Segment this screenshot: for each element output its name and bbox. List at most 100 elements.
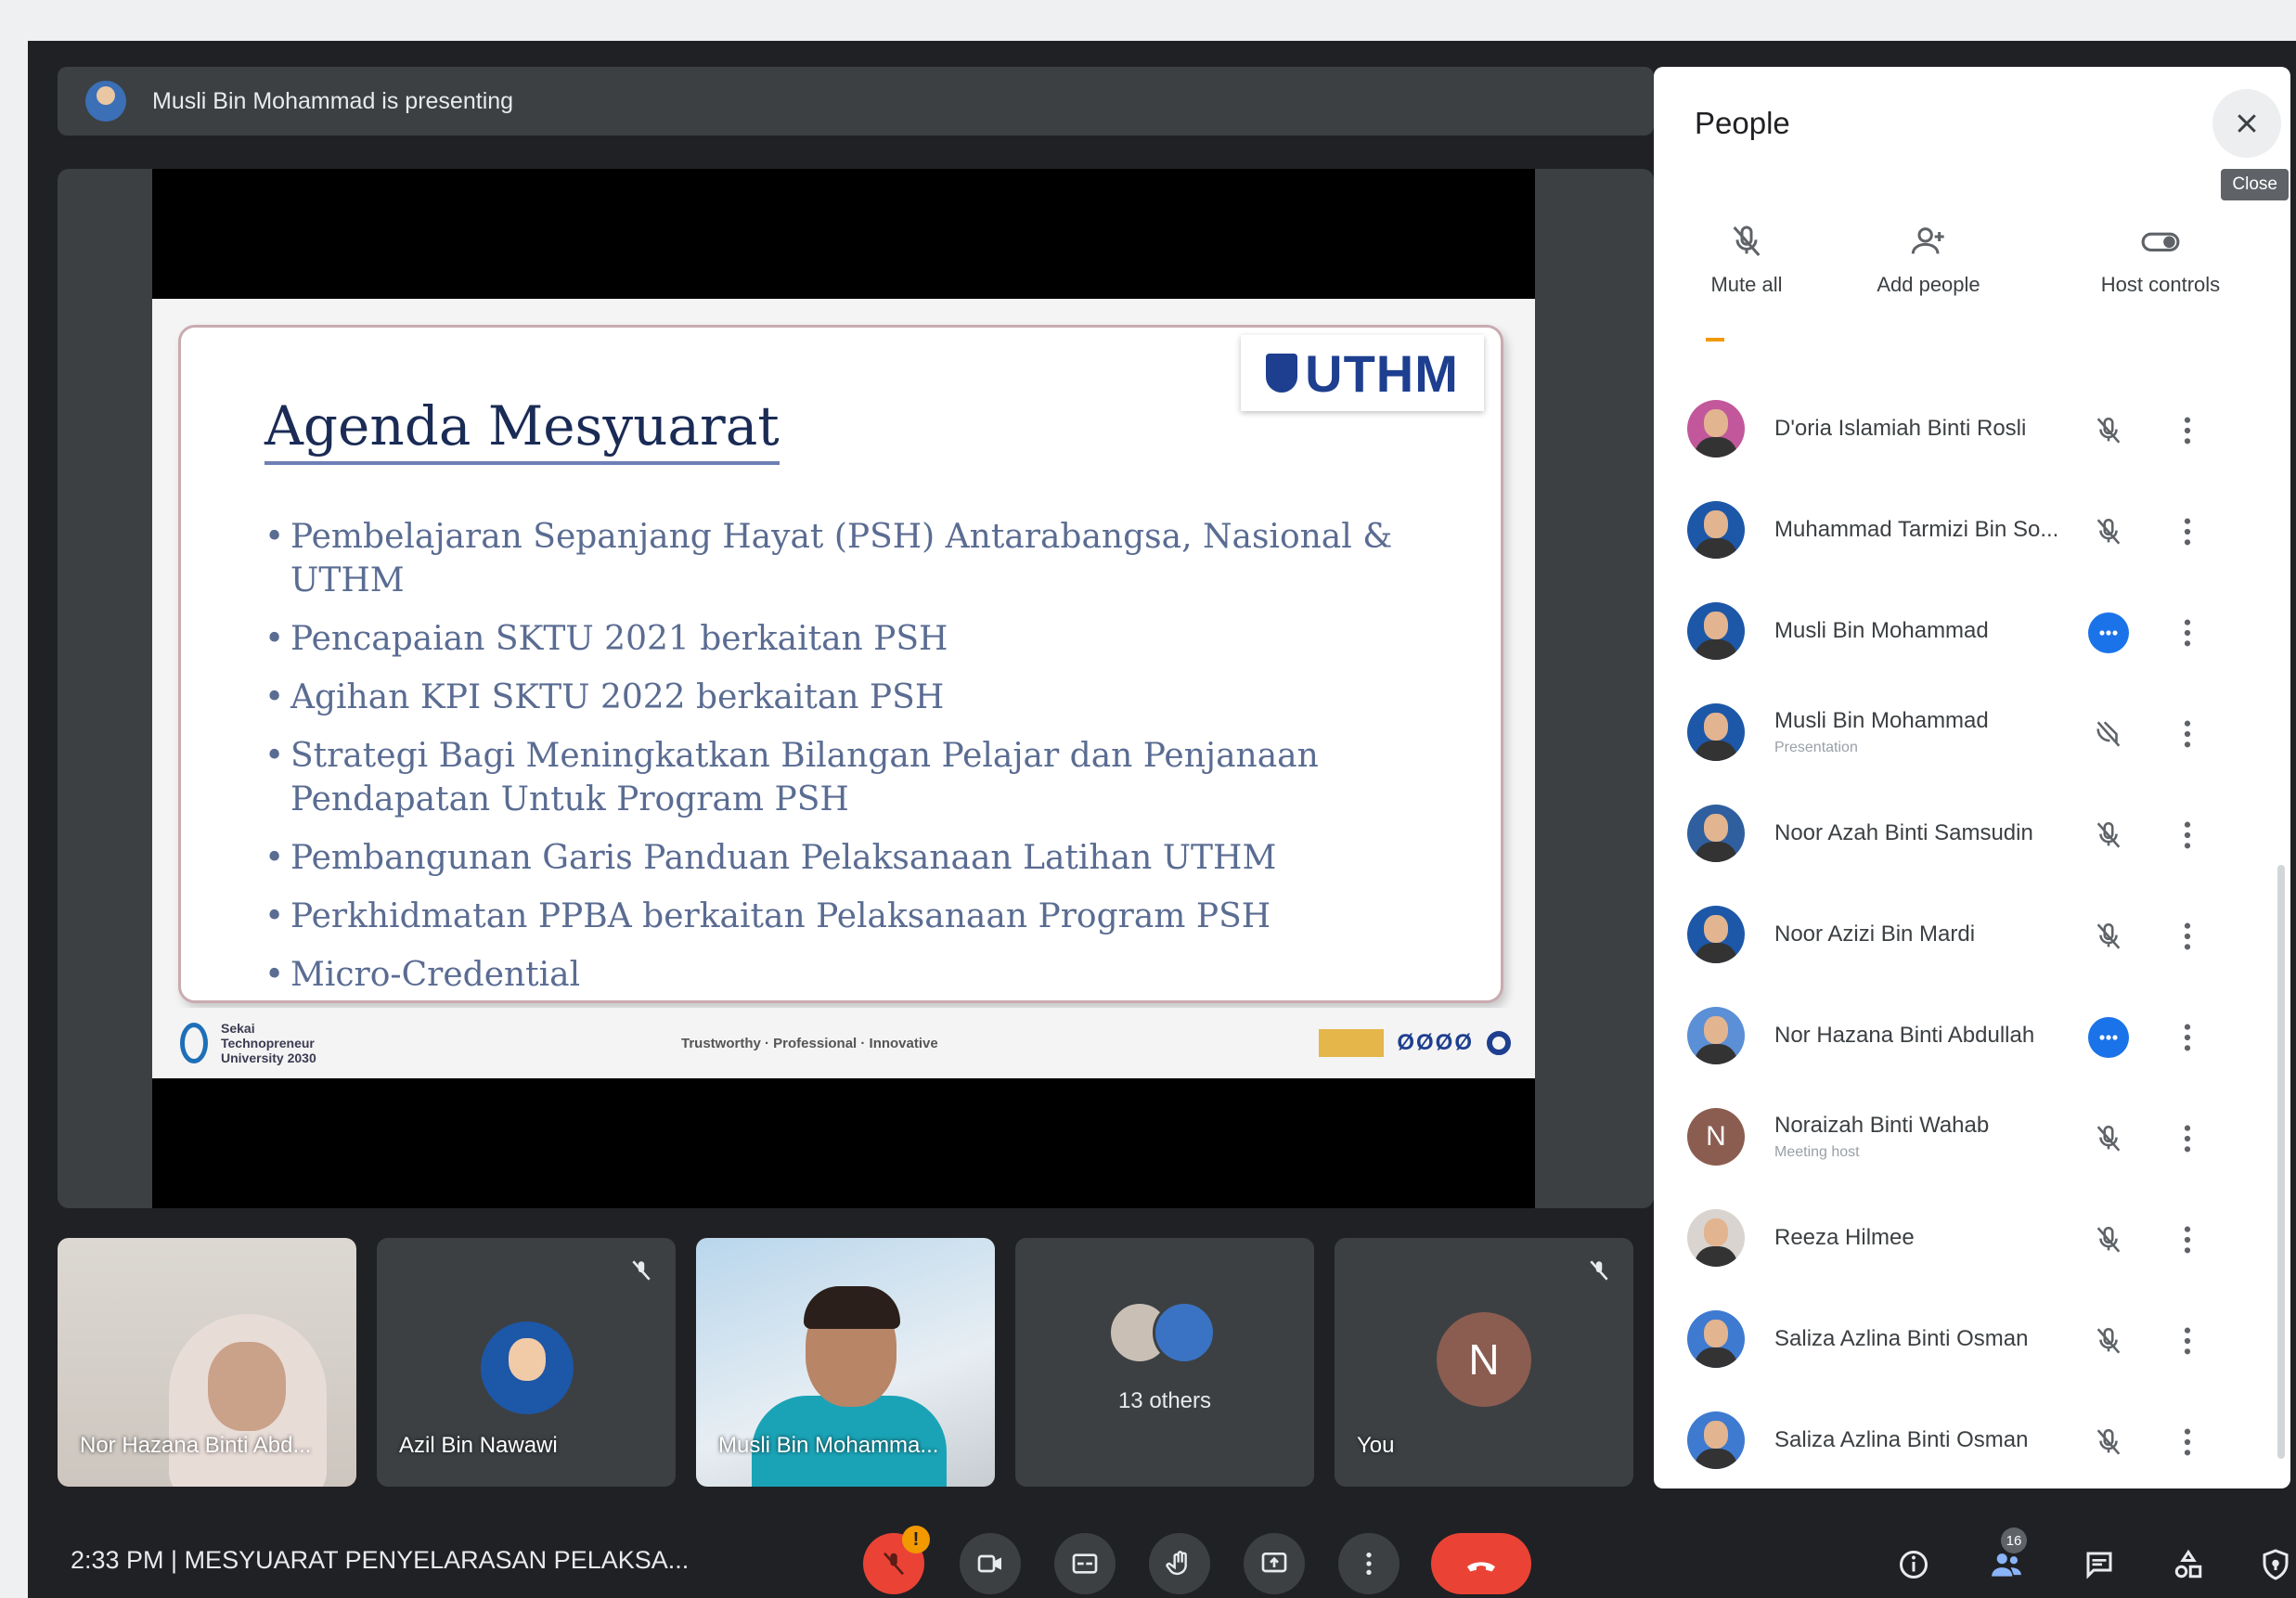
host-controls-toggle[interactable]: Host controls — [2068, 215, 2253, 297]
uthm-logo-text: UTHM — [1305, 343, 1459, 403]
avatar-face — [1704, 1421, 1728, 1449]
participant-row[interactable]: Noor Azizi Bin Mardi — [1654, 888, 2257, 989]
agenda-item: Pembangunan Garis Panduan Pelaksanaan La… — [264, 836, 1471, 880]
more-vertical-icon[interactable] — [2173, 714, 2201, 754]
more-vertical-icon[interactable] — [2173, 1321, 2201, 1361]
participant-name: Noraizah Binti Wahab — [1774, 1113, 1990, 1138]
shield-lock-icon — [2263, 1549, 2289, 1580]
activities-button[interactable] — [2162, 1539, 2214, 1591]
more-vertical-icon[interactable] — [2173, 1118, 2201, 1159]
people-panel-title: People — [1695, 106, 1790, 140]
raise-hand-button[interactable] — [1149, 1533, 1210, 1594]
avatar-face — [1704, 915, 1728, 943]
shared-screen: UTHM Agenda Mesyuarat Pembelajaran Sepan… — [152, 169, 1535, 1208]
chat-button[interactable] — [2073, 1539, 2125, 1591]
participant-hair — [804, 1286, 900, 1329]
partner-ring-icon — [1487, 1031, 1511, 1055]
participant-name: Noor Azizi Bin Mardi — [1774, 921, 1976, 947]
more-vertical-icon[interactable] — [2173, 1422, 2201, 1463]
camera-icon — [977, 1554, 1001, 1573]
participant-tile-name: Azil Bin Nawawi — [399, 1433, 558, 1458]
participant-avatar — [1687, 703, 1745, 761]
mic-off-icon[interactable] — [2088, 1321, 2129, 1361]
more-vertical-icon[interactable] — [2173, 1219, 2201, 1260]
add-people-label: Add people — [1877, 273, 1980, 296]
present-now-button[interactable] — [1244, 1533, 1305, 1594]
present-icon — [1261, 1553, 1287, 1573]
participant-avatar — [1687, 501, 1745, 559]
show-everyone-button[interactable]: 16 — [1980, 1527, 2032, 1591]
participant-tile-name: You — [1357, 1433, 1395, 1458]
participant-row[interactable]: Muhammad Tarmizi Bin So... — [1654, 483, 2257, 585]
participant-name: Reeza Hilmee — [1774, 1225, 1915, 1250]
captions-button[interactable] — [1054, 1533, 1116, 1594]
self-avatar: N — [1437, 1312, 1531, 1407]
avatar-body — [1695, 1449, 1737, 1469]
participant-row[interactable]: Saliza Azlina Binti Osman — [1654, 1293, 2257, 1394]
participant-row[interactable]: Musli Bin Mohammad — [1654, 585, 2257, 686]
mic-off-icon[interactable] — [2088, 1422, 2129, 1463]
avatar-body — [1695, 741, 1737, 761]
more-vertical-icon[interactable] — [2173, 511, 2201, 552]
meeting-details-button[interactable] — [1888, 1539, 1940, 1591]
participant-avatar — [481, 1321, 574, 1414]
slide-footer-partner-logos: ØØØØ — [1319, 1029, 1511, 1057]
participant-name: Muhammad Tarmizi Bin So... — [1774, 517, 2059, 542]
mic-off-icon[interactable] — [2088, 511, 2129, 552]
self-tile[interactable]: N You — [1335, 1238, 1633, 1487]
more-vertical-icon[interactable] — [2173, 916, 2201, 957]
mic-off-icon[interactable] — [2088, 1118, 2129, 1159]
technopreneur-logo-icon — [180, 1023, 208, 1063]
leave-call-button[interactable] — [1431, 1533, 1531, 1594]
close-tooltip: Close — [2221, 169, 2289, 200]
more-options-button[interactable] — [1338, 1533, 1400, 1594]
others-count-label: 13 others — [1117, 1388, 1212, 1413]
more-vertical-icon[interactable] — [2173, 410, 2201, 451]
participant-avatar — [1687, 1310, 1745, 1368]
more-vertical-icon[interactable] — [2173, 1017, 2201, 1058]
participant-tile[interactable]: Nor Hazana Binti Abd... — [58, 1238, 356, 1487]
participant-face — [208, 1342, 286, 1431]
participant-name: Saliza Azlina Binti Osman — [1774, 1326, 2029, 1351]
mic-off-icon[interactable] — [2088, 916, 2129, 957]
slide-footer-tagline: Trustworthy · Professional · Innovative — [681, 1035, 938, 1051]
avatar-body — [1695, 1347, 1737, 1368]
uthm-logo: UTHM — [1241, 335, 1484, 411]
more-vertical-icon[interactable] — [2173, 612, 2201, 653]
participant-row[interactable]: Reeza Hilmee — [1654, 1192, 2257, 1293]
participant-name: Musli Bin Mohammad — [1774, 708, 1989, 733]
participant-row[interactable]: Nor Hazana Binti Abdullah — [1654, 989, 2257, 1090]
participant-row[interactable]: D'oria Islamiah Binti Rosli — [1654, 382, 2257, 483]
participant-row[interactable]: Saliza Azlina Binti Osman — [1654, 1394, 2257, 1488]
others-tile[interactable]: 13 others — [1015, 1238, 1314, 1487]
slide-footer-left-text: Sekai Technopreneur University 2030 — [221, 1021, 316, 1065]
participant-avatar — [1687, 805, 1745, 862]
close-panel-button[interactable] — [2212, 89, 2281, 158]
avatar-face — [1704, 1016, 1728, 1044]
participant-name: Saliza Azlina Binti Osman — [1774, 1427, 2029, 1452]
participant-role: Meeting host — [1774, 1144, 1860, 1160]
meet-window: Musli Bin Mohammad is presenting UTHM Ag… — [28, 41, 2296, 1598]
participant-name: D'oria Islamiah Binti Rosli — [1774, 416, 2027, 441]
camera-button[interactable] — [960, 1533, 1021, 1594]
participant-tile-name: Musli Bin Mohamma... — [718, 1433, 939, 1458]
avatar-body — [1695, 1044, 1737, 1064]
participant-row[interactable]: Noor Azah Binti Samsudin — [1654, 787, 2257, 888]
host-controls-button[interactable] — [2250, 1539, 2296, 1591]
participant-tile[interactable]: Musli Bin Mohamma... — [696, 1238, 995, 1487]
more-vertical-icon[interactable] — [2173, 815, 2201, 856]
mic-off-icon[interactable] — [2088, 1219, 2129, 1260]
avatar-body — [1695, 943, 1737, 963]
mute-all-button[interactable]: Mute all — [1654, 215, 1839, 297]
agenda-list: Pembelajaran Sepanjang Hayat (PSH) Antar… — [264, 515, 1471, 1012]
mic-off-icon[interactable] — [2088, 410, 2129, 451]
participant-list-scrollbar[interactable] — [2277, 865, 2285, 1459]
participant-row[interactable]: Musli Bin Mohammad Presentation — [1654, 686, 2257, 787]
add-people-button[interactable]: Add people — [1836, 215, 2021, 297]
info-icon — [1900, 1551, 1928, 1579]
participant-tile[interactable]: Azil Bin Nawawi — [377, 1238, 676, 1487]
avatar-face — [1704, 1218, 1728, 1246]
mic-off-icon[interactable] — [2088, 815, 2129, 856]
microphone-button[interactable]: ! — [863, 1526, 930, 1594]
participant-row[interactable]: N Noraizah Binti Wahab Meeting host — [1654, 1090, 2257, 1192]
